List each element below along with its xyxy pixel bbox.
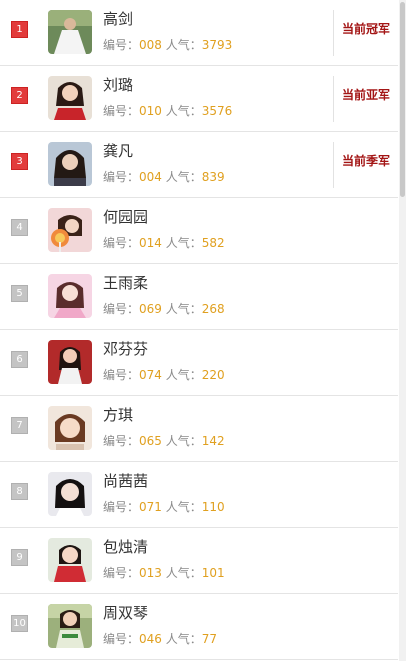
rank-badge: 4 — [11, 219, 28, 236]
list-item[interactable]: 8 尚茜茜 编号：071 人气：110 — [0, 462, 398, 528]
rank-badge: 3 — [11, 153, 28, 170]
avatar[interactable] — [48, 406, 92, 450]
list-item[interactable]: 3 龚凡 编号：004 人气：839 当前季军 — [0, 132, 398, 198]
contestant-meta: 编号：014 人气：582 — [103, 236, 225, 250]
title-badge-cell: 当前亚军 — [333, 76, 399, 122]
list-item[interactable]: 10 周双琴 编号：046 人气：77 — [0, 594, 398, 660]
list-item[interactable]: 5 王雨柔 编号：069 人气：268 — [0, 264, 398, 330]
list-item[interactable]: 4 何园园 编号：014 人气：582 — [0, 198, 398, 264]
list-item[interactable]: 2 刘璐 编号：010 人气：3576 当前亚军 — [0, 66, 398, 132]
contestant-name[interactable]: 邓芬芬 — [103, 339, 148, 359]
contestant-meta: 编号：074 人气：220 — [103, 368, 225, 382]
contestant-name[interactable]: 包烛清 — [103, 537, 148, 557]
contestant-name[interactable]: 龚凡 — [103, 141, 133, 161]
rank-badge: 2 — [11, 87, 28, 104]
avatar[interactable] — [48, 472, 92, 516]
ranking-list: 1 高剑 编号：008 人气：3793 当前冠军 2 刘璐 编号：010 人气：… — [0, 0, 398, 660]
contestant-name[interactable]: 高剑 — [103, 9, 133, 29]
rank-badge: 8 — [11, 483, 28, 500]
contestant-name[interactable]: 尚茜茜 — [103, 471, 148, 491]
contestant-meta: 编号：010 人气：3576 — [103, 104, 233, 118]
title-badge: 当前亚军 — [342, 88, 391, 102]
contestant-meta: 编号：065 人气：142 — [103, 434, 225, 448]
title-badge: 当前冠军 — [342, 22, 391, 36]
contestant-meta: 编号：046 人气：77 — [103, 632, 218, 646]
rank-badge: 6 — [11, 351, 28, 368]
avatar[interactable] — [48, 10, 92, 54]
rank-badge: 10 — [11, 615, 28, 632]
rank-badge: 7 — [11, 417, 28, 434]
rank-badge: 5 — [11, 285, 28, 302]
contestant-meta: 编号：008 人气：3793 — [103, 38, 233, 52]
list-item[interactable]: 6 邓芬芬 编号：074 人气：220 — [0, 330, 398, 396]
contestant-name[interactable]: 方琪 — [103, 405, 133, 425]
contestant-meta: 编号：069 人气：268 — [103, 302, 225, 316]
contestant-meta: 编号：071 人气：110 — [103, 500, 225, 514]
avatar[interactable] — [48, 340, 92, 384]
title-badge: 当前季军 — [342, 154, 391, 168]
contestant-meta: 编号：004 人气：839 — [103, 170, 225, 184]
rank-badge: 9 — [11, 549, 28, 566]
rank-badge: 1 — [11, 21, 28, 38]
avatar[interactable] — [48, 538, 92, 582]
list-item[interactable]: 9 包烛清 编号：013 人气：101 — [0, 528, 398, 594]
vertical-scrollbar[interactable] — [399, 0, 406, 661]
title-badge-cell: 当前季军 — [333, 142, 399, 188]
title-badge-cell: 当前冠军 — [333, 10, 399, 56]
contestant-name[interactable]: 刘璐 — [103, 75, 133, 95]
contestant-name[interactable]: 何园园 — [103, 207, 148, 227]
avatar[interactable] — [48, 604, 92, 648]
avatar[interactable] — [48, 208, 92, 252]
avatar[interactable] — [48, 274, 92, 318]
contestant-meta: 编号：013 人气：101 — [103, 566, 225, 580]
avatar[interactable] — [48, 142, 92, 186]
contestant-name[interactable]: 周双琴 — [103, 603, 148, 623]
avatar[interactable] — [48, 76, 92, 120]
contestant-name[interactable]: 王雨柔 — [103, 273, 148, 293]
list-item[interactable]: 1 高剑 编号：008 人气：3793 当前冠军 — [0, 0, 398, 66]
list-item[interactable]: 7 方琪 编号：065 人气：142 — [0, 396, 398, 462]
scrollbar-thumb[interactable] — [400, 2, 405, 197]
